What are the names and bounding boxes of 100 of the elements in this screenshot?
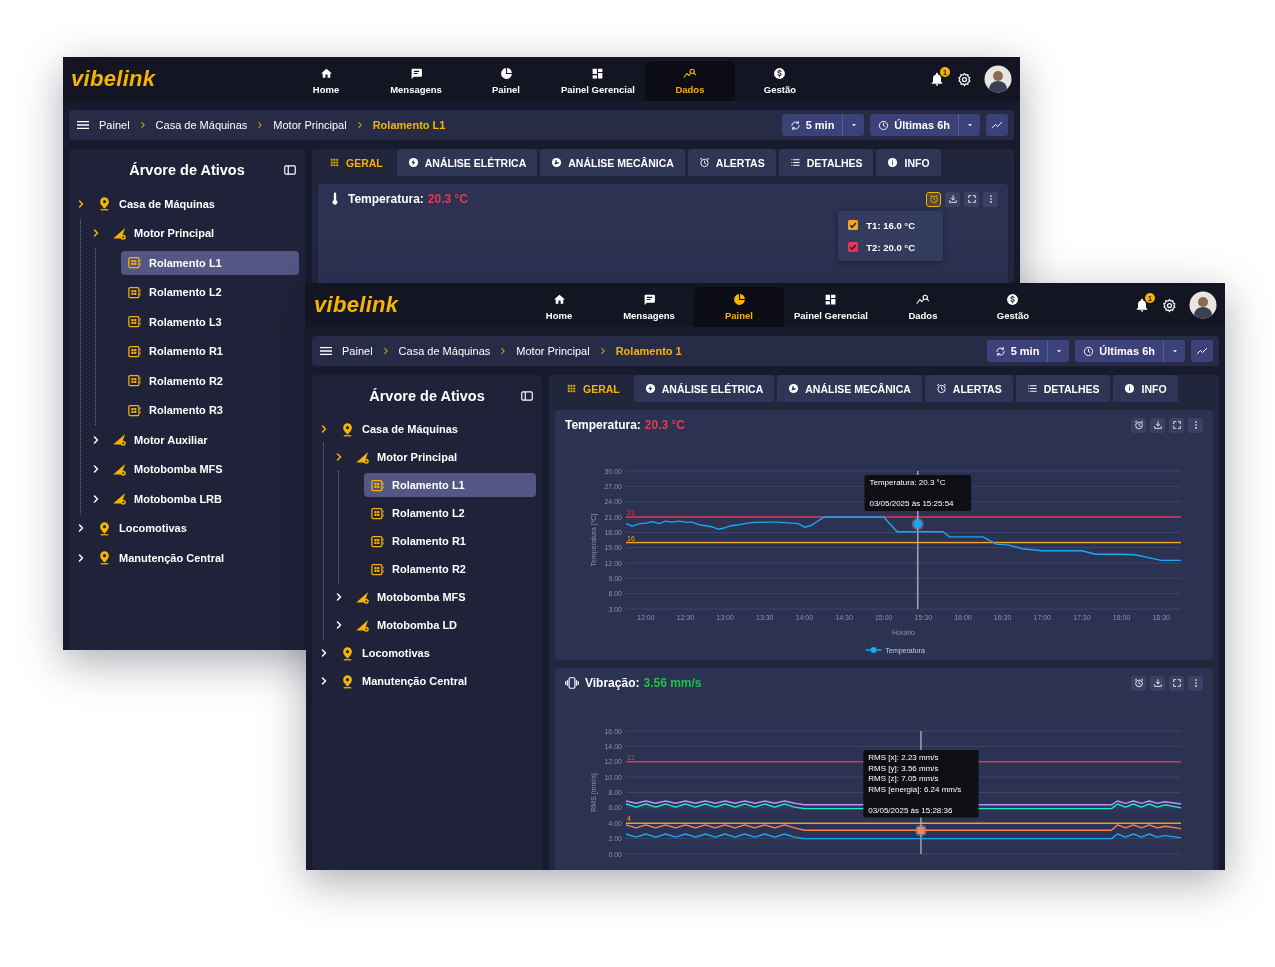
breadcrumb-link[interactable]: Motor Principal bbox=[273, 119, 347, 131]
trend-line-icon bbox=[1196, 345, 1208, 357]
tree-item[interactable]: Motobomba MFS bbox=[349, 585, 536, 609]
more-button[interactable] bbox=[1188, 675, 1203, 691]
alarm-icon bbox=[1133, 420, 1144, 430]
nav-item[interactable]: Gestão bbox=[734, 61, 825, 101]
nav-item[interactable]: Dados bbox=[877, 287, 968, 327]
logo: vibelink bbox=[314, 292, 400, 318]
alarm-icon bbox=[935, 383, 947, 394]
bearing-icon bbox=[370, 561, 385, 577]
more-button[interactable] bbox=[983, 191, 998, 207]
sidebar-toggle-icon[interactable] bbox=[283, 163, 297, 177]
refresh-interval-button[interactable]: 5 min bbox=[986, 340, 1048, 362]
tree-item[interactable]: Motobomba LD bbox=[349, 613, 536, 637]
fullscreen-button[interactable] bbox=[1169, 675, 1184, 691]
tree-item[interactable]: Rolamento L3 bbox=[121, 309, 299, 334]
alarm-icon bbox=[698, 157, 710, 168]
time-range-button[interactable]: Últimas 6h bbox=[870, 114, 958, 136]
nav-item[interactable]: Painel Gerencial bbox=[551, 61, 645, 101]
tab[interactable]: ANÁLISE ELÉTRICA bbox=[396, 149, 538, 176]
refresh-interval-button[interactable]: 5 min bbox=[781, 114, 843, 136]
breadcrumb-link[interactable]: Casa de Máquinas bbox=[398, 345, 491, 357]
tree-item[interactable]: Rolamento L1 bbox=[364, 473, 536, 497]
tab[interactable]: INFO bbox=[876, 149, 941, 176]
tree-item[interactable]: Rolamento R3 bbox=[121, 398, 299, 423]
sidebar-toggle-icon[interactable] bbox=[520, 389, 534, 403]
nav-item[interactable]: Gestão bbox=[967, 287, 1058, 327]
tree-item[interactable]: Motobomba LRB bbox=[106, 486, 299, 511]
nav-item[interactable]: Dados bbox=[644, 61, 735, 101]
threshold-option[interactable]: T2: 20.0 °C bbox=[838, 236, 943, 258]
breadcrumb-link[interactable]: Rolamento 1 bbox=[615, 345, 682, 357]
bearing-icon bbox=[370, 477, 385, 493]
nav-item[interactable]: Mensagens bbox=[371, 61, 461, 101]
tree-item[interactable]: Casa de Máquinas bbox=[334, 417, 536, 441]
tab[interactable]: INFO bbox=[1113, 375, 1178, 402]
nav-item[interactable]: Mensagens bbox=[604, 287, 694, 327]
tree-item[interactable]: Rolamento R2 bbox=[364, 557, 536, 581]
bearing-icon bbox=[127, 255, 142, 271]
tree-item[interactable]: Manutenção Central bbox=[334, 669, 536, 693]
logo: vibelink bbox=[71, 66, 157, 92]
tab[interactable]: ANÁLISE MECÂNICA bbox=[777, 375, 922, 402]
download-button[interactable] bbox=[1150, 417, 1165, 433]
fullscreen-button[interactable] bbox=[1169, 417, 1184, 433]
fullscreen-button[interactable] bbox=[964, 191, 979, 207]
download-button[interactable] bbox=[1150, 675, 1165, 691]
tree-item[interactable]: Locomotivas bbox=[334, 641, 536, 665]
tree-item[interactable]: Motor Principal bbox=[106, 221, 299, 246]
bell-icon[interactable] bbox=[1134, 297, 1150, 313]
threshold-option[interactable]: T1: 16.0 °C bbox=[838, 214, 943, 236]
tree-item[interactable]: Rolamento R2 bbox=[121, 368, 299, 393]
checkbox[interactable] bbox=[848, 220, 859, 230]
alarm-icon bbox=[928, 194, 939, 204]
settings-icon[interactable] bbox=[957, 71, 972, 87]
breadcrumb-link[interactable]: Painel bbox=[99, 119, 130, 131]
alarm-button[interactable] bbox=[1131, 675, 1146, 691]
tab[interactable]: DETALHES bbox=[1015, 375, 1111, 402]
breadcrumb-link[interactable]: Motor Principal bbox=[516, 345, 590, 357]
tab[interactable]: ALERTAS bbox=[924, 375, 1013, 402]
panel-title: Árvore de Ativos bbox=[369, 388, 485, 404]
tree-item[interactable]: Rolamento L2 bbox=[121, 280, 299, 305]
clock-icon bbox=[1083, 345, 1095, 357]
download-button[interactable] bbox=[945, 191, 960, 207]
dollar-icon bbox=[1006, 293, 1020, 306]
trend-chart-button[interactable] bbox=[986, 114, 1008, 136]
tree-item[interactable]: Rolamento R1 bbox=[364, 529, 536, 553]
tab[interactable]: ANÁLISE ELÉTRICA bbox=[633, 375, 775, 402]
tree-item[interactable]: Rolamento L2 bbox=[364, 501, 536, 525]
tree-item[interactable]: Casa de Máquinas bbox=[91, 191, 299, 216]
breadcrumb-link[interactable]: Painel bbox=[342, 345, 373, 357]
tree-item[interactable]: Locomotivas bbox=[91, 516, 299, 541]
tree-item[interactable]: Motobomba MFS bbox=[106, 457, 299, 482]
nav-item[interactable]: Home bbox=[514, 287, 604, 327]
nav-item[interactable]: Painel Gerencial bbox=[784, 287, 878, 327]
tree-item[interactable]: Manutenção Central bbox=[91, 545, 299, 570]
checkbox[interactable] bbox=[848, 242, 859, 252]
tab[interactable]: ANÁLISE MECÂNICA bbox=[540, 149, 685, 176]
avatar[interactable] bbox=[984, 65, 1012, 93]
time-range-button[interactable]: Últimas 6h bbox=[1075, 340, 1163, 362]
alarm-button[interactable] bbox=[1131, 417, 1146, 433]
tree-item[interactable]: Rolamento R1 bbox=[121, 339, 299, 364]
bell-icon[interactable] bbox=[929, 71, 945, 87]
tree-item[interactable]: Motor Auxiliar bbox=[106, 427, 299, 452]
tab[interactable]: ALERTAS bbox=[687, 149, 776, 176]
nav-item[interactable]: Home bbox=[281, 61, 371, 101]
settings-icon[interactable] bbox=[1162, 297, 1177, 313]
breadcrumb-link[interactable]: Rolamento L1 bbox=[372, 119, 446, 131]
alarm-button[interactable] bbox=[926, 191, 941, 207]
nav-item[interactable]: Painel bbox=[694, 287, 784, 327]
nav-item[interactable]: Painel bbox=[461, 61, 551, 101]
trend-chart-button[interactable] bbox=[1191, 340, 1213, 362]
tab[interactable]: DETALHES bbox=[778, 149, 874, 176]
more-button[interactable] bbox=[1188, 417, 1203, 433]
tree-item[interactable]: Motor Principal bbox=[349, 445, 536, 469]
list-icon bbox=[1026, 383, 1038, 394]
tree-item[interactable]: Rolamento L1 bbox=[121, 250, 299, 275]
machine-gear-icon bbox=[355, 449, 370, 465]
avatar[interactable] bbox=[1189, 291, 1217, 319]
breadcrumb-link[interactable]: Casa de Máquinas bbox=[155, 119, 248, 131]
pie-chart-icon bbox=[499, 67, 513, 80]
pie-chart-icon bbox=[732, 293, 746, 306]
